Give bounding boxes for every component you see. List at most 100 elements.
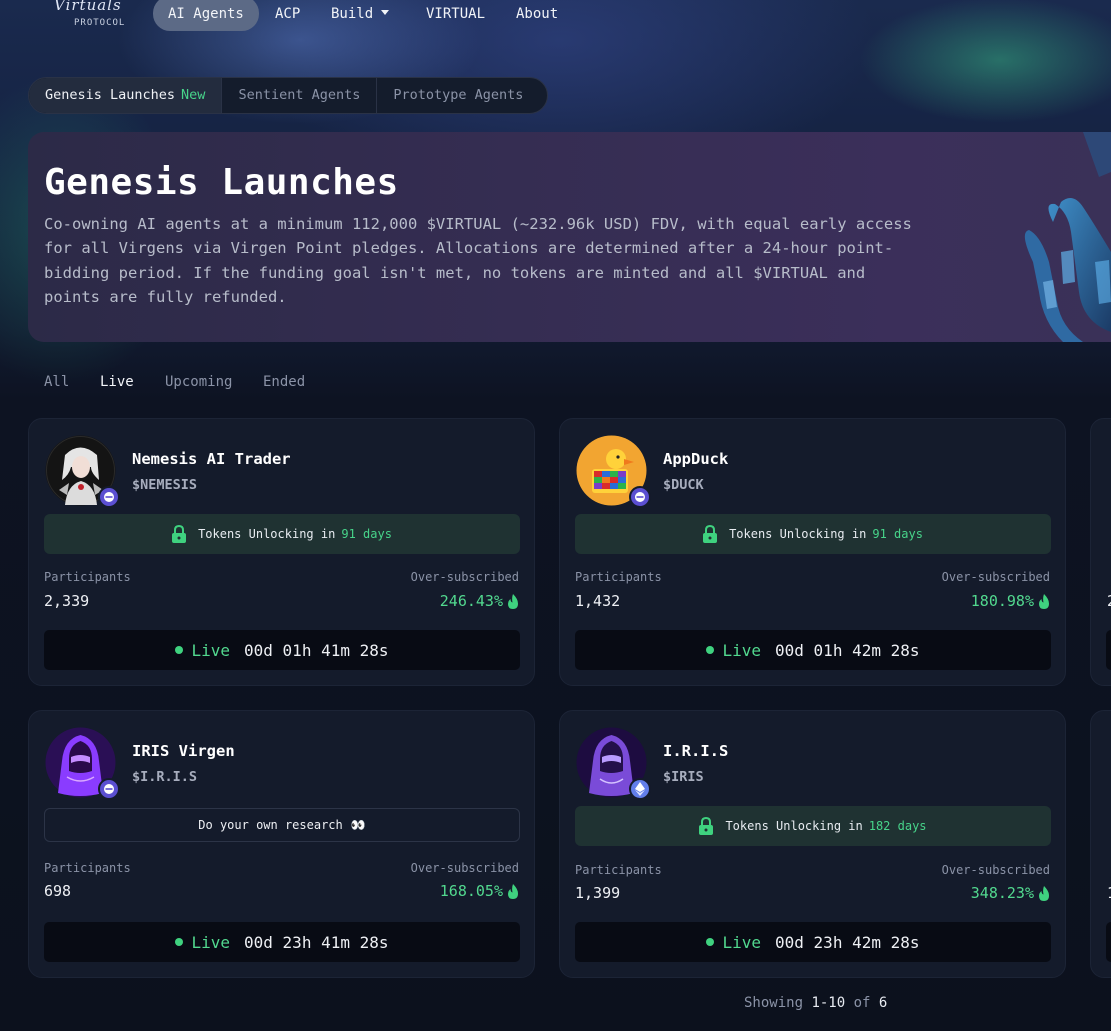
avatar <box>45 435 120 508</box>
tab-sentient-agents[interactable]: Sentient Agents <box>222 78 378 113</box>
filter-all[interactable]: All <box>44 374 69 390</box>
live-label: Live <box>722 932 762 952</box>
oversubscribed-label: Over-subscribed <box>941 570 1050 584</box>
pagination-of: of <box>853 995 871 1011</box>
launch-card-iris[interactable]: I.R.I.S $IRIS Tokens Unlocking in 182 day… <box>559 710 1066 978</box>
oversubscribed-label: Over-subscribed <box>410 570 519 584</box>
category-tabs: Genesis Launches New Sentient Agents Prot… <box>28 77 548 114</box>
oversubscribed-label: Over-subscribed <box>941 863 1050 877</box>
nav-build[interactable]: Build <box>316 0 404 31</box>
tab-label: Sentient Agents <box>238 87 361 103</box>
countdown-timer: 00d 23h 41m 28s <box>244 932 389 952</box>
live-label: Live <box>191 932 231 952</box>
oversubscribed-percent: 348.23% <box>970 884 1034 902</box>
oversubscribed-value: 348.23% <box>971 884 1050 902</box>
agent-ticker: $IRIS <box>663 769 704 785</box>
pagination-range: 1-10 <box>811 995 846 1011</box>
page-title: Genesis Launches <box>44 162 399 203</box>
oversubscribed-label: Over-subscribed <box>410 861 519 875</box>
oversubscribed-percent: 168.05% <box>439 882 503 900</box>
lock-icon <box>703 525 718 543</box>
nav-about[interactable]: About <box>501 0 573 31</box>
hero-banner: Genesis Launches Co-owning AI agents at … <box>28 132 1111 342</box>
avatar <box>45 727 120 800</box>
pagination-text: Showing 1-10 of 6 <box>744 995 887 1011</box>
oversubscribed-value: 180.98% <box>971 592 1050 610</box>
filter-ended[interactable]: Ended <box>263 374 305 390</box>
agent-name: I.R.I.S <box>663 742 729 760</box>
oversubscribed-percent: 246.43% <box>439 592 503 610</box>
base-chain-icon <box>98 778 120 800</box>
unlock-days: 91 days <box>341 527 392 541</box>
participants-count-partial: 1 <box>1107 884 1111 902</box>
agent-name: Nemesis AI Trader <box>132 450 291 468</box>
base-chain-icon <box>98 486 120 508</box>
launch-card-appduck[interactable]: AppDuck $DUCK Tokens Unlocking in 91 days… <box>559 418 1066 686</box>
flame-icon <box>508 593 518 609</box>
live-countdown-bar: Live 00d 01h 41m 28s <box>44 630 520 670</box>
countdown-timer: 00d 01h 41m 28s <box>244 640 389 660</box>
participants-count: 698 <box>44 882 72 900</box>
unlock-label: Tokens Unlocking in <box>198 527 336 541</box>
nav-virtual[interactable]: VIRTUAL <box>411 0 500 31</box>
tab-label: Prototype Agents <box>393 87 524 103</box>
logo-script: Virtuals <box>54 0 122 14</box>
launch-card-nemesis[interactable]: Nemesis AI Trader $NEMESIS Tokens Unlock… <box>28 418 535 686</box>
oversubscribed-value: 246.43% <box>440 592 519 610</box>
agent-name: AppDuck <box>663 450 729 468</box>
dyor-notice: Do your own research 👀 <box>44 808 520 842</box>
flame-icon <box>508 883 518 899</box>
live-countdown-bar: Live 00d 23h 42m 28s <box>575 922 1051 962</box>
token-unlock-banner: Tokens Unlocking in 91 days <box>44 514 520 554</box>
live-countdown-bar-partial <box>1106 922 1111 962</box>
top-nav: Virtuals PROTOCOL AI Agents ACP Build VI… <box>0 0 1111 31</box>
unlock-label: Tokens Unlocking in <box>729 527 867 541</box>
eyes-emoji: 👀 <box>350 818 366 832</box>
nav-label: About <box>516 6 559 22</box>
notice-text: Do your own research <box>198 818 343 832</box>
filter-live[interactable]: Live <box>100 374 134 390</box>
live-label: Live <box>191 640 231 660</box>
live-countdown-bar-partial <box>1106 630 1111 670</box>
tab-prototype-agents[interactable]: Prototype Agents <box>377 78 539 113</box>
flame-icon <box>1039 593 1049 609</box>
tab-label: Genesis Launches <box>45 87 176 103</box>
live-dot-icon <box>706 938 715 946</box>
lock-icon <box>172 525 187 543</box>
live-dot-icon <box>175 646 184 654</box>
countdown-timer: 00d 23h 42m 28s <box>775 932 920 952</box>
live-dot-icon <box>175 938 184 946</box>
launch-card-iris-virgen[interactable]: IRIS Virgen $I.R.I.S Do your own researc… <box>28 710 535 978</box>
participants-count: 1,432 <box>575 592 621 610</box>
new-badge: New <box>181 87 206 103</box>
hero-description: Co-owning AI agents at a minimum 112,000… <box>44 215 912 306</box>
live-countdown-bar: Live 00d 01h 42m 28s <box>575 630 1051 670</box>
live-label: Live <box>722 640 762 660</box>
tab-genesis-launches[interactable]: Genesis Launches New <box>29 78 223 113</box>
agent-ticker: $DUCK <box>663 477 704 493</box>
pagination-total: 6 <box>878 995 888 1011</box>
live-countdown-bar: Live 00d 23h 41m 28s <box>44 922 520 962</box>
nav-label: Build <box>331 6 374 22</box>
avatar <box>576 727 651 800</box>
oversubscribed-percent: 180.98% <box>970 592 1034 610</box>
nav-label: AI Agents <box>168 6 244 22</box>
unlock-days: 182 days <box>868 819 927 833</box>
launch-card-partial[interactable]: 2 <box>1090 418 1111 686</box>
filter-upcoming[interactable]: Upcoming <box>165 374 232 390</box>
participants-count: 2,339 <box>44 592 90 610</box>
ethereum-chain-icon <box>629 778 651 800</box>
logo-subtitle: PROTOCOL <box>74 18 126 28</box>
lock-icon <box>699 817 714 835</box>
live-dot-icon <box>706 646 715 654</box>
participants-count-partial: 2 <box>1107 592 1111 610</box>
nav-ai-agents[interactable]: AI Agents <box>153 0 259 31</box>
flame-icon <box>1039 885 1049 901</box>
nav-acp[interactable]: ACP <box>260 0 315 31</box>
participants-label: Participants <box>575 863 662 877</box>
avatar <box>576 435 651 508</box>
launch-card-partial[interactable]: 1 <box>1090 710 1111 978</box>
agent-ticker: $NEMESIS <box>132 477 198 493</box>
robot-hand-illustration <box>1024 132 1111 342</box>
virtuals-logo[interactable]: Virtuals PROTOCOL <box>50 0 142 30</box>
